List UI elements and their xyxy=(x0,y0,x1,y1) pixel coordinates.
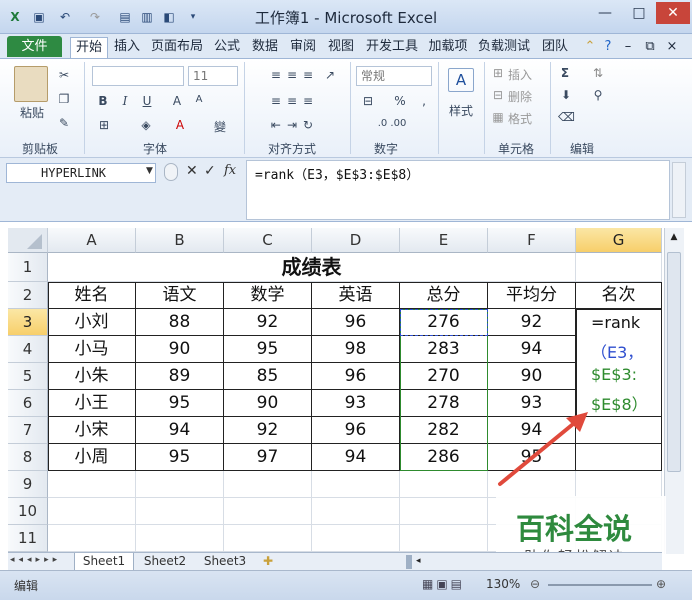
new-sheet-icon[interactable]: ✚ xyxy=(258,553,278,571)
arrow-shaft xyxy=(498,418,580,486)
zoom-slider[interactable] xyxy=(548,584,652,586)
sheet-tab-3[interactable]: Sheet3 xyxy=(196,553,254,571)
excel-window: X ▣ ↶ ↷ ▤ ▥ ◧ ▾ 工作簿1 - Microsoft Excel —… xyxy=(0,0,692,600)
sheet-tab-1[interactable]: Sheet1 xyxy=(74,553,134,571)
sheet-tab-bar: ◂◂◂▸▸▸ Sheet1 Sheet2 Sheet3 ✚ ◂ xyxy=(8,552,662,571)
watermark-title: 百科全说 xyxy=(516,512,633,546)
view-buttons-icons[interactable]: ▦▣▤ xyxy=(422,577,465,591)
zoom-in-icon[interactable]: ⊕ xyxy=(656,577,666,591)
tab-split-handle[interactable] xyxy=(406,555,412,569)
status-bar: 编辑 ▦▣▤ 130% ⊖ ⊕ xyxy=(0,570,692,600)
zoom-out-icon[interactable]: ⊖ xyxy=(530,577,540,591)
status-mode: 编辑 xyxy=(14,579,39,593)
zoom-level[interactable]: 130% xyxy=(486,577,520,591)
sheet-nav-icons[interactable]: ◂◂◂▸▸▸ xyxy=(10,555,61,565)
sheet-tab-2[interactable]: Sheet2 xyxy=(136,553,194,571)
hscroll-left-icon[interactable]: ◂ xyxy=(416,556,421,566)
